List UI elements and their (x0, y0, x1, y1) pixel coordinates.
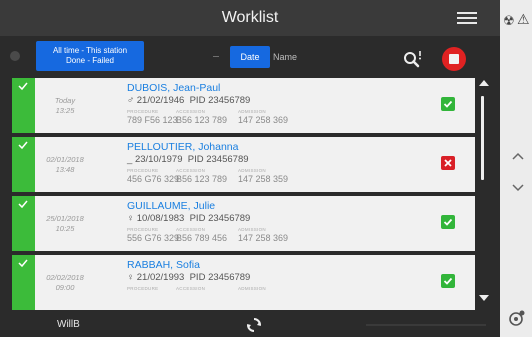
patient-name: RABBAH, Sofia (127, 259, 200, 271)
hamburger-menu-icon[interactable] (457, 12, 477, 25)
row-date-day: 02/01/2018 (46, 155, 84, 164)
status-stripe (12, 137, 35, 192)
admission-label: ADMISSION (238, 286, 266, 291)
patient-dob: 21/02/1946 (136, 95, 185, 106)
procedure-label: PROCEDURE (127, 168, 159, 173)
filter-chip-line2: Done - Failed (65, 56, 115, 65)
scroll-up-arrow-icon[interactable] (479, 80, 489, 86)
refresh-icon[interactable] (246, 317, 262, 333)
admission-value: 147 258 369 (238, 233, 289, 243)
filter-info-icon (10, 51, 20, 61)
done-status-icon[interactable] (441, 97, 455, 111)
current-user: WillB (57, 319, 80, 330)
patient-details: _ 23/10/1979 PID 23456789 (127, 154, 249, 165)
scroll-down-arrow-icon[interactable] (479, 295, 489, 301)
row-date-time: 13:48 (55, 165, 75, 174)
footer: WillB (0, 313, 500, 337)
patient-pid: PID 23456789 (189, 95, 251, 106)
row-date: Today 13:25 (35, 96, 95, 116)
failed-status-icon[interactable] (441, 156, 455, 170)
accession-label: ACCESSION (176, 168, 206, 173)
done-status-icon[interactable] (441, 215, 455, 229)
footer-status-bar (366, 324, 486, 326)
header: Worklist (0, 0, 500, 36)
procedure-value: 556 G76 329 (127, 233, 180, 243)
female-icon: ♀ (127, 272, 135, 283)
side-chevron-down-icon[interactable] (511, 180, 525, 192)
warning-icon[interactable]: ⚠ (517, 11, 530, 28)
worklist-list: Today 13:25 DUBOIS, Jean-Paul ♂ 21/02/19… (0, 78, 476, 310)
procedure-label: PROCEDURE (127, 227, 159, 232)
patient-name: GUILLAUME, Julie (127, 200, 216, 212)
check-icon (18, 259, 28, 268)
worklist-panel: Worklist All time - This station Done - … (0, 0, 500, 337)
side-panel (500, 0, 532, 337)
list-item[interactable]: 25/01/2018 10:25 GUILLAUME, Julie ♀ 10/0… (12, 196, 475, 251)
patient-dob: 23/10/1979 (134, 154, 183, 165)
accession-label: ACCESSION (176, 227, 206, 232)
patient-name: PELLOUTIER, Johanna (127, 141, 239, 153)
patient-details: ♀ 21/02/1993 PID 23456789 (127, 272, 250, 283)
row-date: 02/02/2018 09:00 (35, 273, 95, 293)
procedure-value: 789 F56 123 (127, 115, 178, 125)
status-stripe (12, 196, 35, 251)
record-button[interactable] (442, 47, 466, 71)
row-date: 02/01/2018 13:48 (35, 155, 95, 175)
admission-value: 147 258 359 (238, 174, 289, 184)
procedure-value: 456 G76 329 (127, 174, 180, 184)
status-stripe (12, 78, 35, 133)
admission-value: 147 258 369 (238, 115, 289, 125)
row-date-day: Today (54, 96, 76, 105)
patient-pid: PID 23456789 (189, 213, 251, 224)
check-icon (18, 200, 28, 209)
sort-date-button[interactable]: Date (230, 46, 270, 68)
done-status-icon[interactable] (441, 274, 455, 288)
row-date-day: 02/02/2018 (46, 273, 84, 282)
row-date-time: 09:00 (55, 283, 75, 292)
patient-pid: PID 23456789 (187, 154, 249, 165)
accession-label: ACCESSION (176, 286, 206, 291)
list-item[interactable]: Today 13:25 DUBOIS, Jean-Paul ♂ 21/02/19… (12, 78, 475, 133)
row-date-day: 25/01/2018 (46, 214, 84, 223)
filter-bar: All time - This station Done - Failed Da… (0, 36, 500, 78)
admission-label: ADMISSION (238, 168, 266, 173)
procedure-label: PROCEDURE (127, 286, 159, 291)
patient-name: DUBOIS, Jean-Paul (127, 82, 221, 94)
sort-name-button[interactable]: Name (273, 46, 313, 68)
page-title: Worklist (221, 9, 279, 26)
accession-value: B56 123 789 (176, 115, 228, 125)
search-icon[interactable] (403, 49, 425, 69)
accession-label: ACCESSION (176, 109, 206, 114)
list-item[interactable]: 02/01/2018 13:48 PELLOUTIER, Johanna _ 2… (12, 137, 475, 192)
worklist-app: Worklist All time - This station Done - … (0, 0, 532, 337)
unknown-sex-icon: _ (127, 154, 133, 165)
male-icon: ♂ (127, 95, 135, 106)
patient-dob: 21/02/1993 (136, 272, 185, 283)
accession-value: B56 123 789 (176, 174, 228, 184)
radiation-icon[interactable]: ☢ (503, 13, 515, 29)
sort-separator (213, 56, 219, 57)
filter-chip[interactable]: All time - This station Done - Failed (36, 41, 144, 71)
side-chevron-up-icon[interactable] (511, 148, 525, 160)
row-date-time: 10:25 (55, 224, 75, 233)
row-date: 25/01/2018 10:25 (35, 214, 95, 234)
row-date-time: 13:25 (55, 106, 75, 115)
accession-value: B56 789 456 (176, 233, 228, 243)
check-icon (18, 141, 28, 150)
patient-dob: 10/08/1983 (136, 213, 185, 224)
female-icon: ♀ (127, 213, 135, 224)
filter-chip-line1: All time - This station (52, 46, 128, 55)
patient-details: ♀ 10/08/1983 PID 23456789 (127, 213, 250, 224)
admission-label: ADMISSION (238, 227, 266, 232)
admission-label: ADMISSION (238, 109, 266, 114)
patient-pid: PID 23456789 (189, 272, 251, 283)
patient-details: ♂ 21/02/1946 PID 23456789 (127, 95, 250, 106)
check-icon (18, 82, 28, 91)
scrollbar-thumb[interactable] (481, 96, 484, 180)
status-stripe (12, 255, 35, 310)
list-item[interactable]: 02/02/2018 09:00 RABBAH, Sofia ♀ 21/02/1… (12, 255, 475, 310)
procedure-label: PROCEDURE (127, 109, 159, 114)
settings-gear-icon[interactable] (508, 309, 526, 327)
